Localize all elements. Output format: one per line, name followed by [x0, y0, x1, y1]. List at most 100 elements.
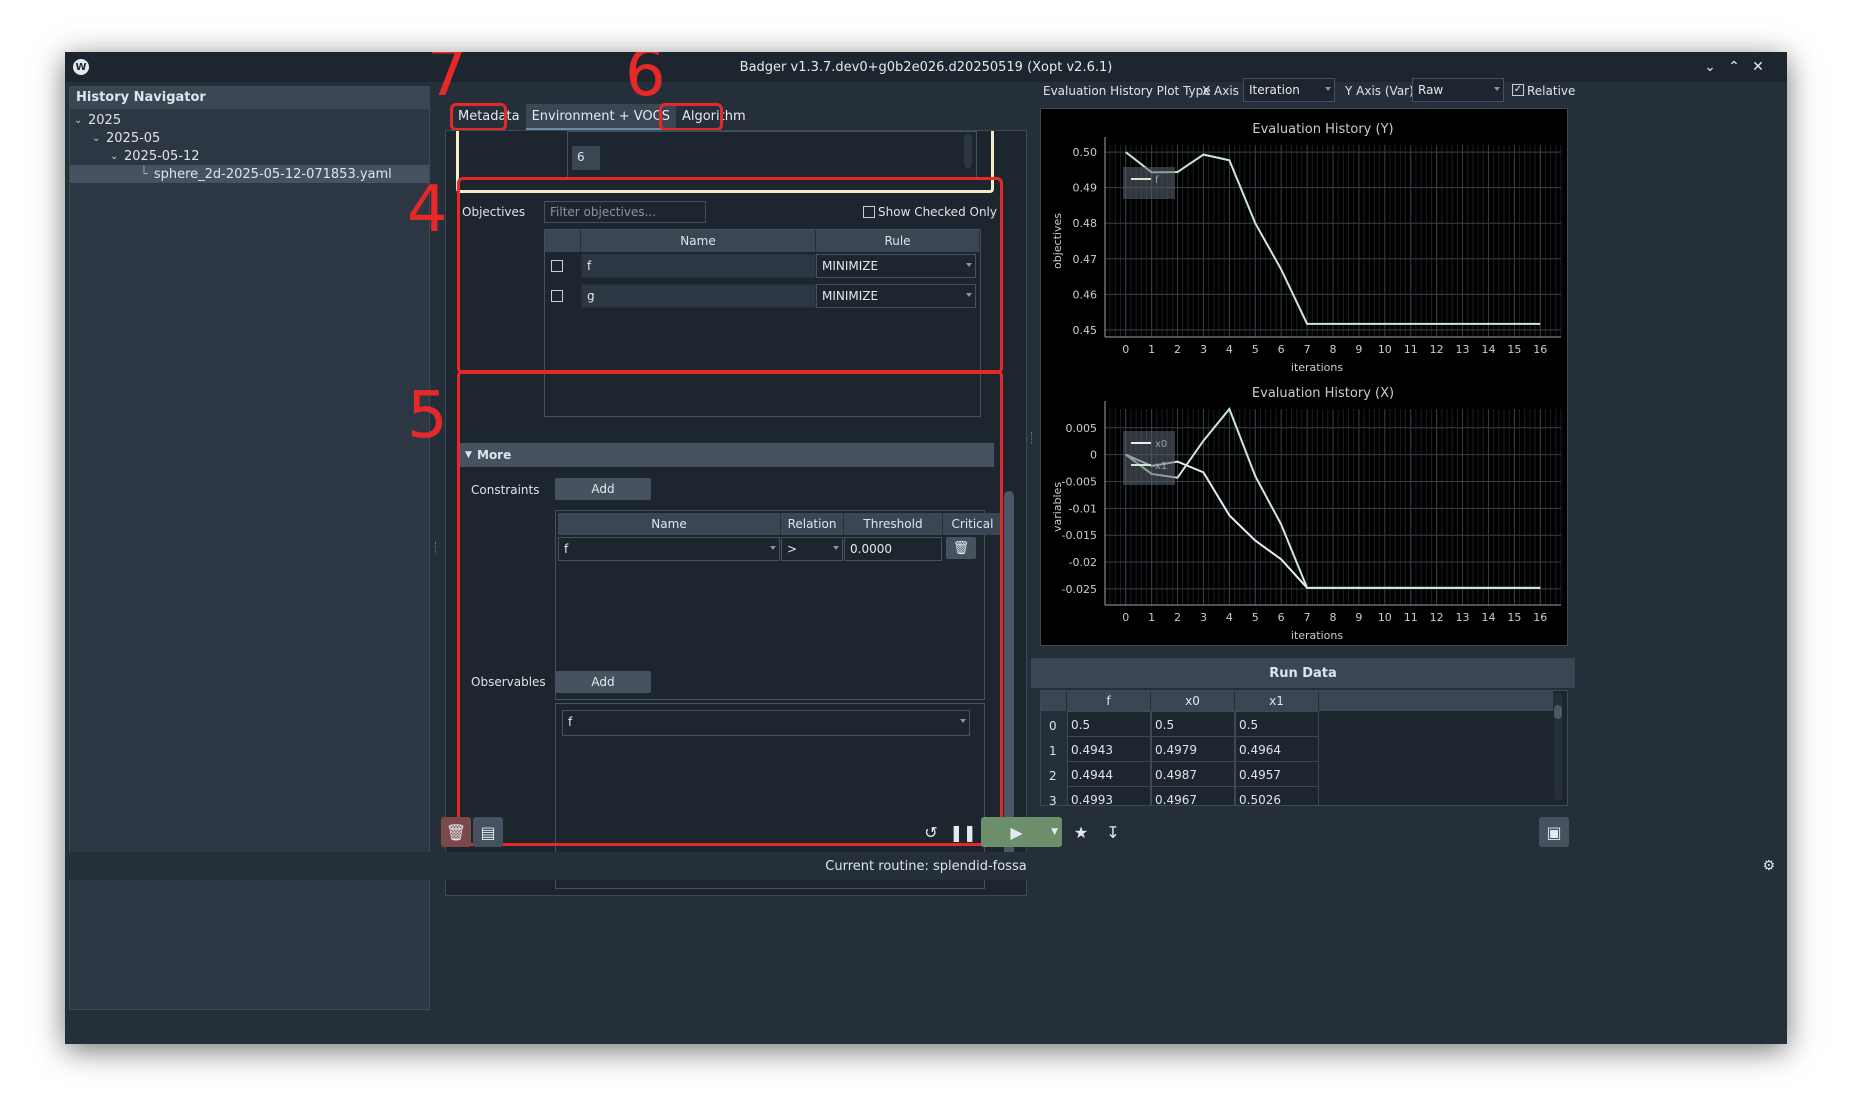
add-observable-button[interactable]: Add [555, 671, 651, 693]
x-tick-label: 12 [1430, 611, 1444, 624]
logbook-button[interactable]: ▤ [473, 817, 503, 847]
plot-container[interactable]: Evaluation History (Y) 0 1 2 3 4 5 6 7 8 9 10 11 12 13… [1040, 108, 1568, 646]
trash-icon: 🗑 [445, 822, 467, 842]
tree-item-year[interactable]: ⌄ 2025 [74, 111, 121, 129]
jump-to-optimum-button[interactable]: ↧ [1098, 817, 1128, 847]
relative-checkbox[interactable]: ✓ [1512, 84, 1524, 96]
tree-item-month[interactable]: ⌄ 2025-05 [92, 129, 160, 147]
run-data-cell[interactable]: 0.4993 [1067, 786, 1151, 805]
x-tick-label: 16 [1533, 343, 1547, 356]
arrow-down-icon: ↧ [1106, 822, 1120, 842]
constraint-name-select[interactable]: f [558, 537, 780, 561]
cube-icon: ▣ [1546, 822, 1562, 842]
variables-row-index: 6 [572, 146, 600, 170]
evaluation-history-charts[interactable]: Evaluation History (Y)0 1 2 3 4 5 6 7 8 9 10 11 12 13… [1041, 109, 1569, 647]
chevron-down-icon [966, 293, 972, 297]
run-data-cell[interactable]: 0.4967 [1151, 786, 1235, 805]
favorite-button[interactable]: ★ [1066, 817, 1096, 847]
legend-label: x0 [1155, 439, 1167, 450]
tree-item-day[interactable]: ⌄ 2025-05-12 [110, 147, 200, 165]
x-tick-label: 0 [1122, 611, 1129, 624]
constraint-column-relation[interactable]: Relation [781, 513, 844, 535]
filter-objectives-input[interactable] [544, 201, 706, 223]
tree-branch-icon: └ [140, 166, 148, 182]
run-data-scrollbar-thumb[interactable] [1554, 705, 1562, 719]
constraint-threshold-spinbox[interactable]: 0.0000 [844, 537, 942, 561]
run-data-column-filler [1319, 691, 1554, 711]
run-data-column-x1[interactable]: x1 [1235, 691, 1319, 711]
tab-bar: Metadata Environment + VOCS Algorithm [452, 104, 752, 130]
x-tick-label: 5 [1252, 343, 1259, 356]
show-checked-only-checkbox[interactable] [863, 206, 875, 218]
undo-icon: ↺ [924, 822, 938, 842]
run-data-cell[interactable]: 0.5026 [1235, 786, 1319, 805]
splitter-handle[interactable] [435, 542, 438, 554]
objective-rule-select[interactable]: MINIMIZE [816, 254, 976, 278]
maximize-icon[interactable]: ⌃ [1723, 56, 1745, 78]
delete-run-button[interactable]: 🗑 [441, 817, 471, 847]
tree-item-label: 2025-05 [106, 130, 161, 146]
y-tick-label: 0.47 [1073, 253, 1098, 266]
gear-icon[interactable]: ⚙ [1762, 858, 1775, 874]
objective-name-cell: f [581, 254, 816, 278]
constraint-relation-select[interactable]: > [781, 537, 843, 561]
run-data-scrollbar[interactable] [1554, 693, 1562, 801]
y-axis-select[interactable]: Raw [1412, 78, 1504, 102]
objective-rule-select[interactable]: MINIMIZE [816, 284, 976, 308]
status-bar: Current routine: splendid-fossa ⚙ [65, 852, 1787, 880]
constraint-column-critical[interactable]: Critical [943, 513, 1003, 535]
objectives-column-name[interactable]: Name [581, 230, 816, 252]
window-title: Badger v1.3.7.dev0+g0b2e026.d20250519 (X… [739, 59, 1113, 75]
delete-constraint-button[interactable]: 🗑 [946, 537, 976, 559]
center-scrollbar[interactable] [1004, 135, 1014, 891]
environment-button[interactable]: ▣ [1539, 817, 1569, 847]
annotation-number-5: 5 [407, 379, 448, 453]
legend-label: f [1155, 175, 1159, 186]
objectives-column-rule[interactable]: Rule [816, 230, 980, 252]
more-section-header[interactable]: ▼ More [459, 443, 994, 467]
run-data-column-x0[interactable]: x0 [1151, 691, 1235, 711]
tab-algorithm[interactable]: Algorithm [676, 104, 752, 130]
constraint-column-threshold[interactable]: Threshold [844, 513, 943, 535]
y-tick-label: 0.45 [1073, 324, 1098, 337]
tree-item-file[interactable]: └ sphere_2d-2025-05-12-071853.yaml [70, 165, 429, 183]
trash-icon: 🗑 [952, 540, 970, 556]
history-navigator-header: History Navigator [70, 87, 429, 109]
run-button[interactable]: ▶ ▼ [981, 817, 1062, 847]
run-data-corner [1041, 691, 1067, 711]
x-tick-label: 14 [1481, 611, 1495, 624]
close-icon[interactable]: ✕ [1747, 56, 1769, 78]
x-axis-select[interactable]: Iteration [1243, 78, 1335, 102]
x-tick-label: 15 [1507, 611, 1521, 624]
objective-f-checkbox[interactable] [551, 260, 563, 272]
relative-label: Relative [1527, 84, 1576, 98]
objective-rule-value: MINIMIZE [822, 259, 879, 273]
x-tick-label: 14 [1481, 343, 1495, 356]
constraint-name-value: f [564, 542, 569, 556]
objective-g-checkbox[interactable] [551, 290, 563, 302]
x-tick-label: 0 [1122, 343, 1129, 356]
observable-select[interactable]: f [562, 710, 970, 736]
splitter-handle[interactable] [1031, 432, 1034, 444]
minimize-icon[interactable]: ⌄ [1699, 56, 1721, 78]
x-tick-label: 8 [1330, 611, 1337, 624]
x-tick-label: 6 [1278, 611, 1285, 624]
pause-button[interactable]: ❚❚ [948, 817, 978, 847]
reset-button[interactable]: ↺ [916, 817, 946, 847]
constraint-relation-value: > [787, 542, 798, 556]
y-tick-label: -0.02 [1069, 556, 1097, 569]
chart-title: Evaluation History (Y) [1252, 122, 1393, 137]
y-tick-label: 0.46 [1073, 288, 1098, 301]
annotation-number-6: 6 [625, 52, 666, 111]
objectives-table: Name Rule f MINIMIZE g MINIMIZE [544, 229, 981, 417]
observable-value: f [568, 715, 573, 729]
y-axis-label: variables [1051, 482, 1064, 532]
add-constraint-button[interactable]: Add [555, 478, 651, 500]
variables-scrollbar[interactable] [964, 134, 972, 168]
x-tick-label: 10 [1378, 611, 1392, 624]
x-tick-label: 1 [1148, 343, 1155, 356]
constraint-column-name[interactable]: Name [558, 513, 781, 535]
chevron-down-icon: ⌄ [92, 132, 101, 144]
run-data-column-f[interactable]: f [1067, 691, 1151, 711]
x-tick-label: 9 [1355, 611, 1362, 624]
